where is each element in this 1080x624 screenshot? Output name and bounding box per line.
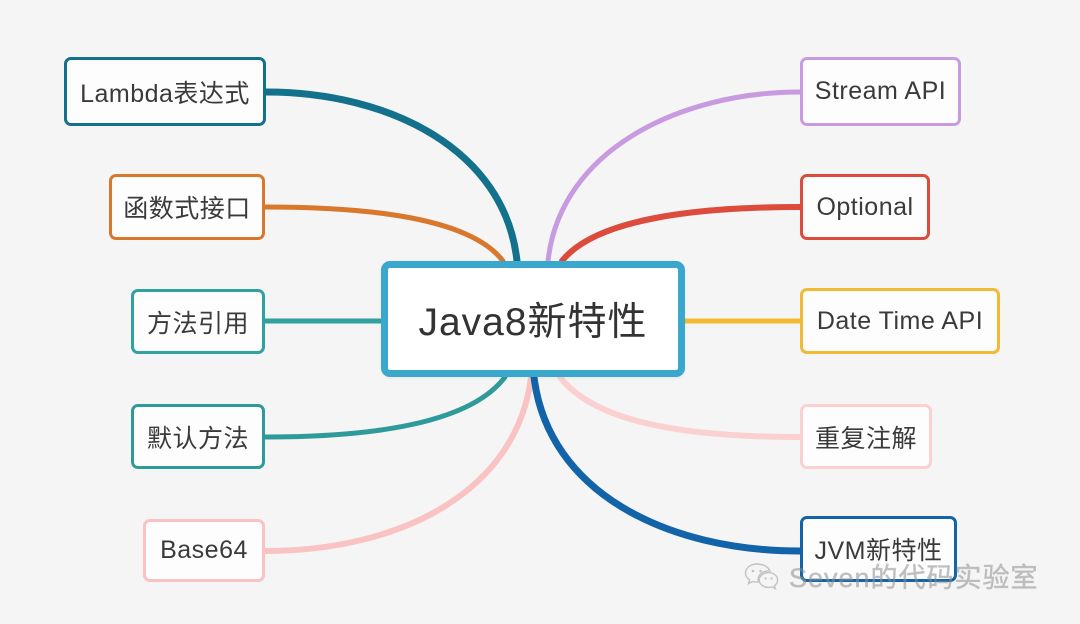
branch-node-label: 默认方法 [146,424,249,453]
branch-connector [557,374,803,440]
branch-node[interactable]: Date Time API [800,288,1000,354]
branch-connector [262,204,506,264]
branch-connector [559,204,803,264]
branch-connector [545,89,803,264]
branch-node-label: Lambda表达式 [80,79,250,108]
branch-connector [262,88,521,265]
branch-connector [262,374,534,554]
watermark: Seven的代码实验室 [744,556,1039,595]
central-node-label: Java8新特性 [418,301,648,344]
branch-node[interactable]: 函数式接口 [109,174,265,240]
branch-node-label: Date Time API [816,306,984,335]
branch-node-label: 重复注解 [814,424,917,453]
branch-node-label: 方法引用 [146,309,249,338]
wechat-icon [744,562,780,590]
branch-connector [530,373,804,555]
branch-node[interactable]: 重复注解 [800,404,932,469]
branch-node-label: 函数式接口 [123,195,251,223]
branch-node[interactable]: Base64 [143,519,265,582]
central-node[interactable]: Java8新特性 [381,261,685,377]
branch-node[interactable]: Stream API [800,57,961,126]
mindmap-canvas: Java8新特性 Lambda表达式函数式接口方法引用默认方法 Base64 Str… [0,0,1080,624]
branch-node[interactable]: 方法引用 [131,289,265,354]
branch-node[interactable]: Lambda表达式 [64,57,266,126]
watermark-text: Seven的代码实验室 [789,563,1039,594]
branch-node-label: Stream API [814,77,947,105]
branch-node-label: Optional [816,192,914,221]
branch-node[interactable]: 默认方法 [131,404,265,469]
branch-node-label: Base64 [160,536,248,564]
branch-node[interactable]: Optional [800,174,930,240]
branch-connector [262,374,508,440]
